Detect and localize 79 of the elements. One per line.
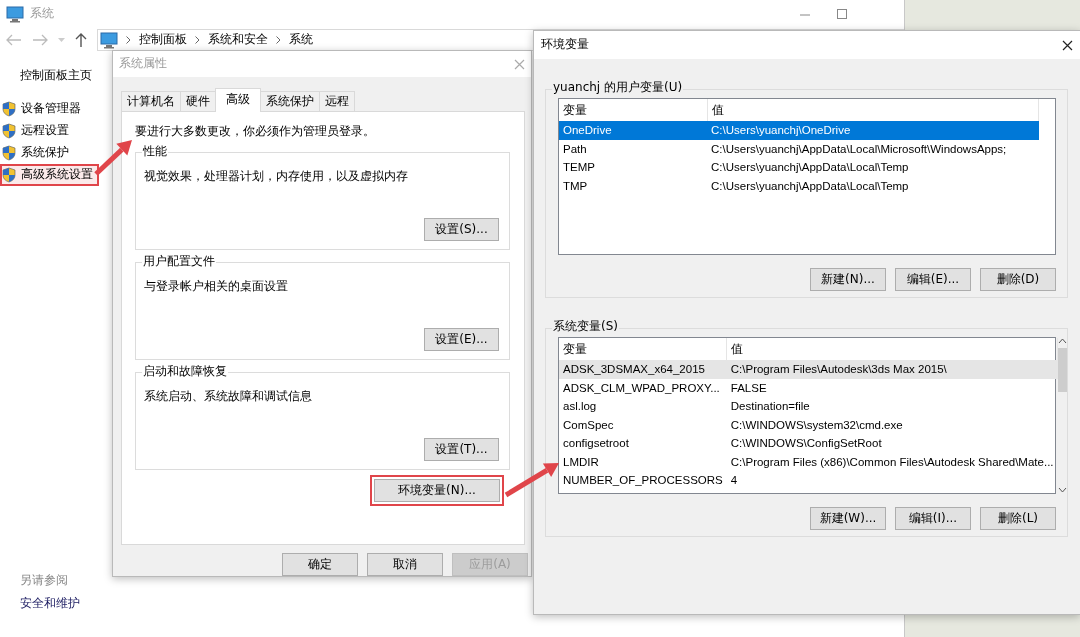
monitor-icon bbox=[100, 31, 118, 49]
close-icon[interactable] bbox=[1062, 39, 1073, 51]
sidebar-item[interactable]: 系统保护 bbox=[0, 141, 75, 164]
variable-value[interactable]: C:\Users\yuanchj\AppData\Local\Microsoft\WindowsApps; bbox=[707, 139, 1039, 158]
variable-name[interactable]: TEMP bbox=[559, 158, 707, 177]
sidebar-link[interactable]: 控制面板主页 bbox=[0, 68, 110, 84]
scroll-up-icon[interactable] bbox=[1058, 338, 1068, 344]
scrollbar[interactable] bbox=[1058, 338, 1068, 493]
shield-icon bbox=[2, 144, 16, 161]
dropdown-caret-icon[interactable] bbox=[58, 38, 65, 42]
shield-icon bbox=[2, 100, 16, 117]
settings-button[interactable]: 设置(T)... bbox=[424, 437, 499, 461]
chevron-icon bbox=[276, 36, 281, 44]
group-title: 性能 bbox=[142, 143, 168, 160]
sidebar-item[interactable]: 高级系统设置 bbox=[0, 163, 99, 186]
variable-name[interactable]: ADSK_CLM_WPAD_PROXY... bbox=[559, 378, 727, 397]
variable-name[interactable]: TMP bbox=[559, 176, 707, 195]
notice-text: 要进行大多数更改，你必须作为管理员登录。 bbox=[135, 124, 376, 140]
settings-button[interactable]: 设置(E)... bbox=[424, 327, 499, 351]
dialog-button[interactable]: 删除(D) bbox=[980, 268, 1056, 291]
breadcrumb-item[interactable]: 系统 bbox=[289, 32, 313, 48]
up-arrow-icon[interactable] bbox=[75, 33, 87, 47]
variable-value[interactable]: C:\Program Files\Autodesk\3ds Max 2015\ bbox=[726, 360, 1058, 379]
variable-value[interactable]: C:\Program Files (x86)\Common Files\Autodesk Shared\Mate... bbox=[726, 452, 1058, 471]
variable-value[interactable]: C:\Users\yuanchj\OneDrive bbox=[707, 121, 1039, 140]
maximize-icon[interactable] bbox=[837, 8, 848, 20]
sidebar-item[interactable]: 远程设置 bbox=[0, 119, 75, 142]
window-title: 系统 bbox=[30, 6, 54, 22]
variable-value[interactable]: 4 bbox=[726, 471, 1058, 490]
sidebar-link[interactable]: 安全和维护 bbox=[0, 596, 110, 612]
group-title: yuanchj 的用户变量(U) bbox=[552, 80, 684, 96]
variable-name[interactable]: OneDrive bbox=[559, 121, 707, 140]
group-description: 系统启动、系统故障和调试信息 bbox=[144, 388, 313, 405]
group-description: 视觉效果，处理器计划，内存使用，以及虚拟内存 bbox=[144, 168, 409, 185]
dialog-title: 环境变量 bbox=[541, 37, 589, 53]
variable-name[interactable]: ComSpec bbox=[559, 415, 727, 434]
environment-variables-button[interactable]: 环境变量(N)... bbox=[374, 479, 500, 502]
group-title: 系统变量(S) bbox=[552, 319, 619, 335]
variable-name[interactable]: Path bbox=[559, 139, 707, 158]
sidebar-item[interactable]: 设备管理器 bbox=[0, 97, 87, 120]
back-arrow-icon[interactable] bbox=[6, 34, 22, 46]
chevron-icon bbox=[195, 36, 200, 44]
breadcrumb-item[interactable]: 系统和安全 bbox=[208, 32, 268, 48]
dialog-button[interactable]: 取消 bbox=[367, 553, 443, 576]
dialog-title: 系统属性 bbox=[119, 56, 167, 72]
monitor-icon bbox=[6, 5, 24, 23]
variable-value[interactable]: C:\Users\yuanchj\AppData\Local\Temp bbox=[707, 176, 1039, 195]
forward-arrow-icon[interactable] bbox=[32, 34, 48, 46]
variable-value[interactable]: FALSE bbox=[726, 378, 1058, 397]
dialog-button[interactable]: 新建(N)... bbox=[810, 268, 886, 291]
settings-button[interactable]: 设置(S)... bbox=[424, 217, 499, 241]
dialog-button[interactable]: 编辑(E)... bbox=[895, 268, 971, 291]
variable-value[interactable]: C:\WINDOWS\system32\cmd.exe bbox=[726, 415, 1058, 434]
variable-value[interactable]: C:\WINDOWS\ConfigSetRoot bbox=[726, 434, 1058, 453]
scroll-down-icon[interactable] bbox=[1058, 487, 1068, 493]
dialog-button[interactable]: 编辑(I)... bbox=[895, 507, 971, 530]
shield-icon bbox=[2, 166, 16, 183]
tab[interactable]: 远程 bbox=[319, 91, 355, 111]
variable-name[interactable]: LMDIR bbox=[559, 452, 727, 471]
chevron-icon bbox=[126, 36, 131, 44]
annotation-arrow bbox=[94, 140, 132, 176]
dialog-button[interactable]: 确定 bbox=[282, 553, 358, 576]
dialog-button[interactable]: 删除(L) bbox=[980, 507, 1056, 530]
variable-name[interactable]: asl.log bbox=[559, 397, 727, 416]
tab[interactable]: 高级 bbox=[215, 88, 261, 112]
variable-value[interactable]: Destination=file bbox=[726, 397, 1058, 416]
shield-icon bbox=[2, 122, 16, 139]
breadcrumb-item[interactable]: 控制面板 bbox=[139, 32, 187, 48]
group-description: 与登录帐户相关的桌面设置 bbox=[144, 278, 289, 295]
tab[interactable]: 计算机名 bbox=[121, 91, 181, 111]
variable-name[interactable]: ADSK_3DSMAX_x64_2015 bbox=[559, 360, 727, 379]
scrollbar-thumb[interactable] bbox=[1058, 348, 1068, 392]
variable-name[interactable]: configsetroot bbox=[559, 434, 727, 453]
variable-value[interactable]: C:\Users\yuanchj\AppData\Local\Temp bbox=[707, 158, 1039, 177]
dialog-button[interactable]: 新建(W)... bbox=[810, 507, 886, 530]
variable-name[interactable]: NUMBER_OF_PROCESSORS bbox=[559, 471, 727, 490]
section-heading: 另请参阅 bbox=[19, 572, 69, 589]
group-title: 用户配置文件 bbox=[142, 253, 216, 270]
group-title: 启动和故障恢复 bbox=[142, 363, 228, 380]
